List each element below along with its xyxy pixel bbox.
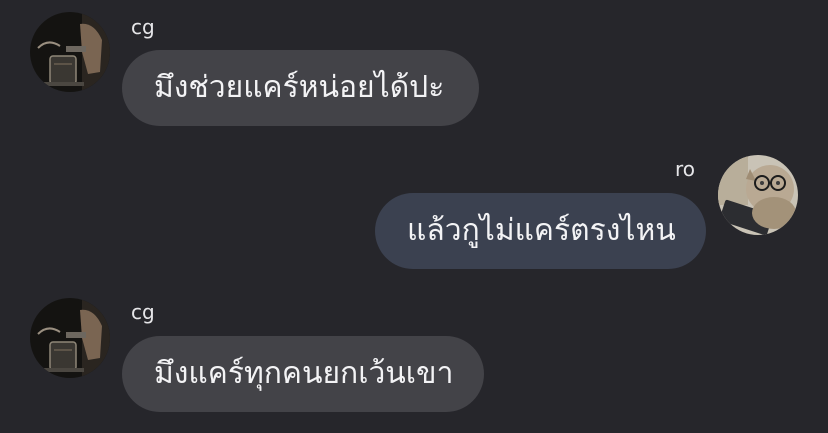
sender-avatar-cg[interactable] (30, 298, 110, 378)
sender-name: cg (131, 15, 155, 39)
cat-with-glasses-avatar-icon (718, 155, 798, 235)
sender-name: cg (131, 300, 155, 324)
coffee-pour-avatar-icon (30, 298, 110, 378)
message-bubble[interactable]: มึงแคร์ทุกคนยกเว้นเขา (122, 336, 484, 412)
sender-avatar-ro[interactable] (718, 155, 798, 235)
message-bubble[interactable]: แล้วกูไม่แคร์ตรงไหน (375, 193, 706, 269)
sender-name: ro (675, 157, 696, 181)
coffee-pour-avatar-icon (30, 12, 110, 92)
chat-thread: cg มึงช่วยแคร์หน่อยได้ปะ ro แล้วกูไม่แคร… (0, 0, 828, 433)
sender-avatar-cg[interactable] (30, 12, 110, 92)
message-bubble[interactable]: มึงช่วยแคร์หน่อยได้ปะ (122, 50, 479, 126)
